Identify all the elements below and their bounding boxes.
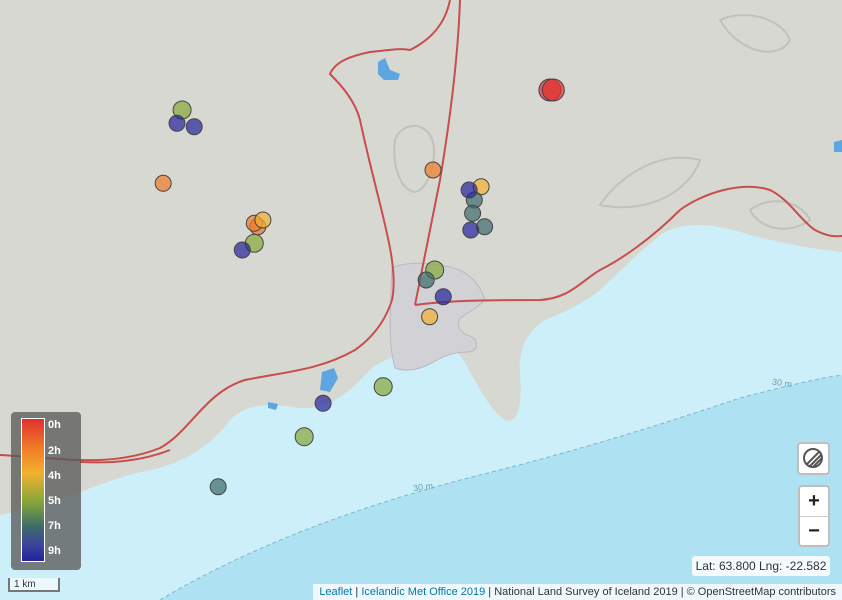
earthquake-marker[interactable] xyxy=(314,394,332,412)
lake xyxy=(378,58,400,80)
hill xyxy=(748,200,812,230)
legend-gradient xyxy=(21,418,45,562)
earthquake-marker[interactable] xyxy=(421,308,439,326)
scale-bar: 1 km xyxy=(8,578,60,592)
legend-label-7h: 7h xyxy=(48,520,61,532)
earthquake-marker[interactable] xyxy=(434,288,452,306)
legend-label-4h: 4h xyxy=(48,470,61,482)
leaflet-link[interactable]: Leaflet xyxy=(319,586,352,598)
earthquake-marker[interactable] xyxy=(168,114,186,132)
hill xyxy=(718,14,792,53)
earthquake-marker[interactable] xyxy=(233,241,251,259)
earthquake-marker[interactable] xyxy=(417,271,435,289)
lake xyxy=(320,368,338,392)
zoom-control: + − xyxy=(798,485,830,547)
earthquake-marker[interactable] xyxy=(254,211,272,229)
imo-link[interactable]: Icelandic Met Office 2019 xyxy=(361,586,485,598)
earthquake-marker[interactable] xyxy=(294,427,314,447)
earthquake-marker[interactable] xyxy=(541,78,565,102)
hill xyxy=(598,156,702,209)
earthquake-marker[interactable] xyxy=(154,174,172,192)
earthquake-marker[interactable] xyxy=(460,181,478,199)
legend-label-9h: 9h xyxy=(48,545,61,557)
attribution: Leaflet | Icelandic Met Office 2019 | Na… xyxy=(313,584,842,600)
legend-label-2h: 2h xyxy=(48,445,61,457)
earthquake-marker[interactable] xyxy=(464,204,482,222)
attribution-separator: | xyxy=(352,586,362,598)
earthquake-marker[interactable] xyxy=(185,118,203,136)
coordinate-readout: Lat: 63.800 Lng: -22.582 xyxy=(692,556,830,576)
map[interactable] xyxy=(0,0,842,600)
legend-label-5h: 5h xyxy=(48,495,61,507)
layers-icon xyxy=(803,448,823,468)
attribution-text: | National Land Survey of Iceland 2019 |… xyxy=(485,586,836,598)
zoom-in-button[interactable]: + xyxy=(800,487,828,517)
hill xyxy=(393,125,435,194)
time-legend: 0h 2h 4h 5h 7h 9h xyxy=(11,412,81,570)
earthquake-marker[interactable] xyxy=(373,377,393,397)
earthquake-marker[interactable] xyxy=(424,161,442,179)
earthquake-marker[interactable] xyxy=(209,478,227,496)
earthquake-marker[interactable] xyxy=(462,221,480,239)
zoom-out-button[interactable]: − xyxy=(800,517,828,546)
earthquake-marker[interactable] xyxy=(476,218,494,236)
lake xyxy=(834,140,842,152)
legend-label-0h: 0h xyxy=(48,419,61,431)
layers-button[interactable] xyxy=(797,442,830,475)
